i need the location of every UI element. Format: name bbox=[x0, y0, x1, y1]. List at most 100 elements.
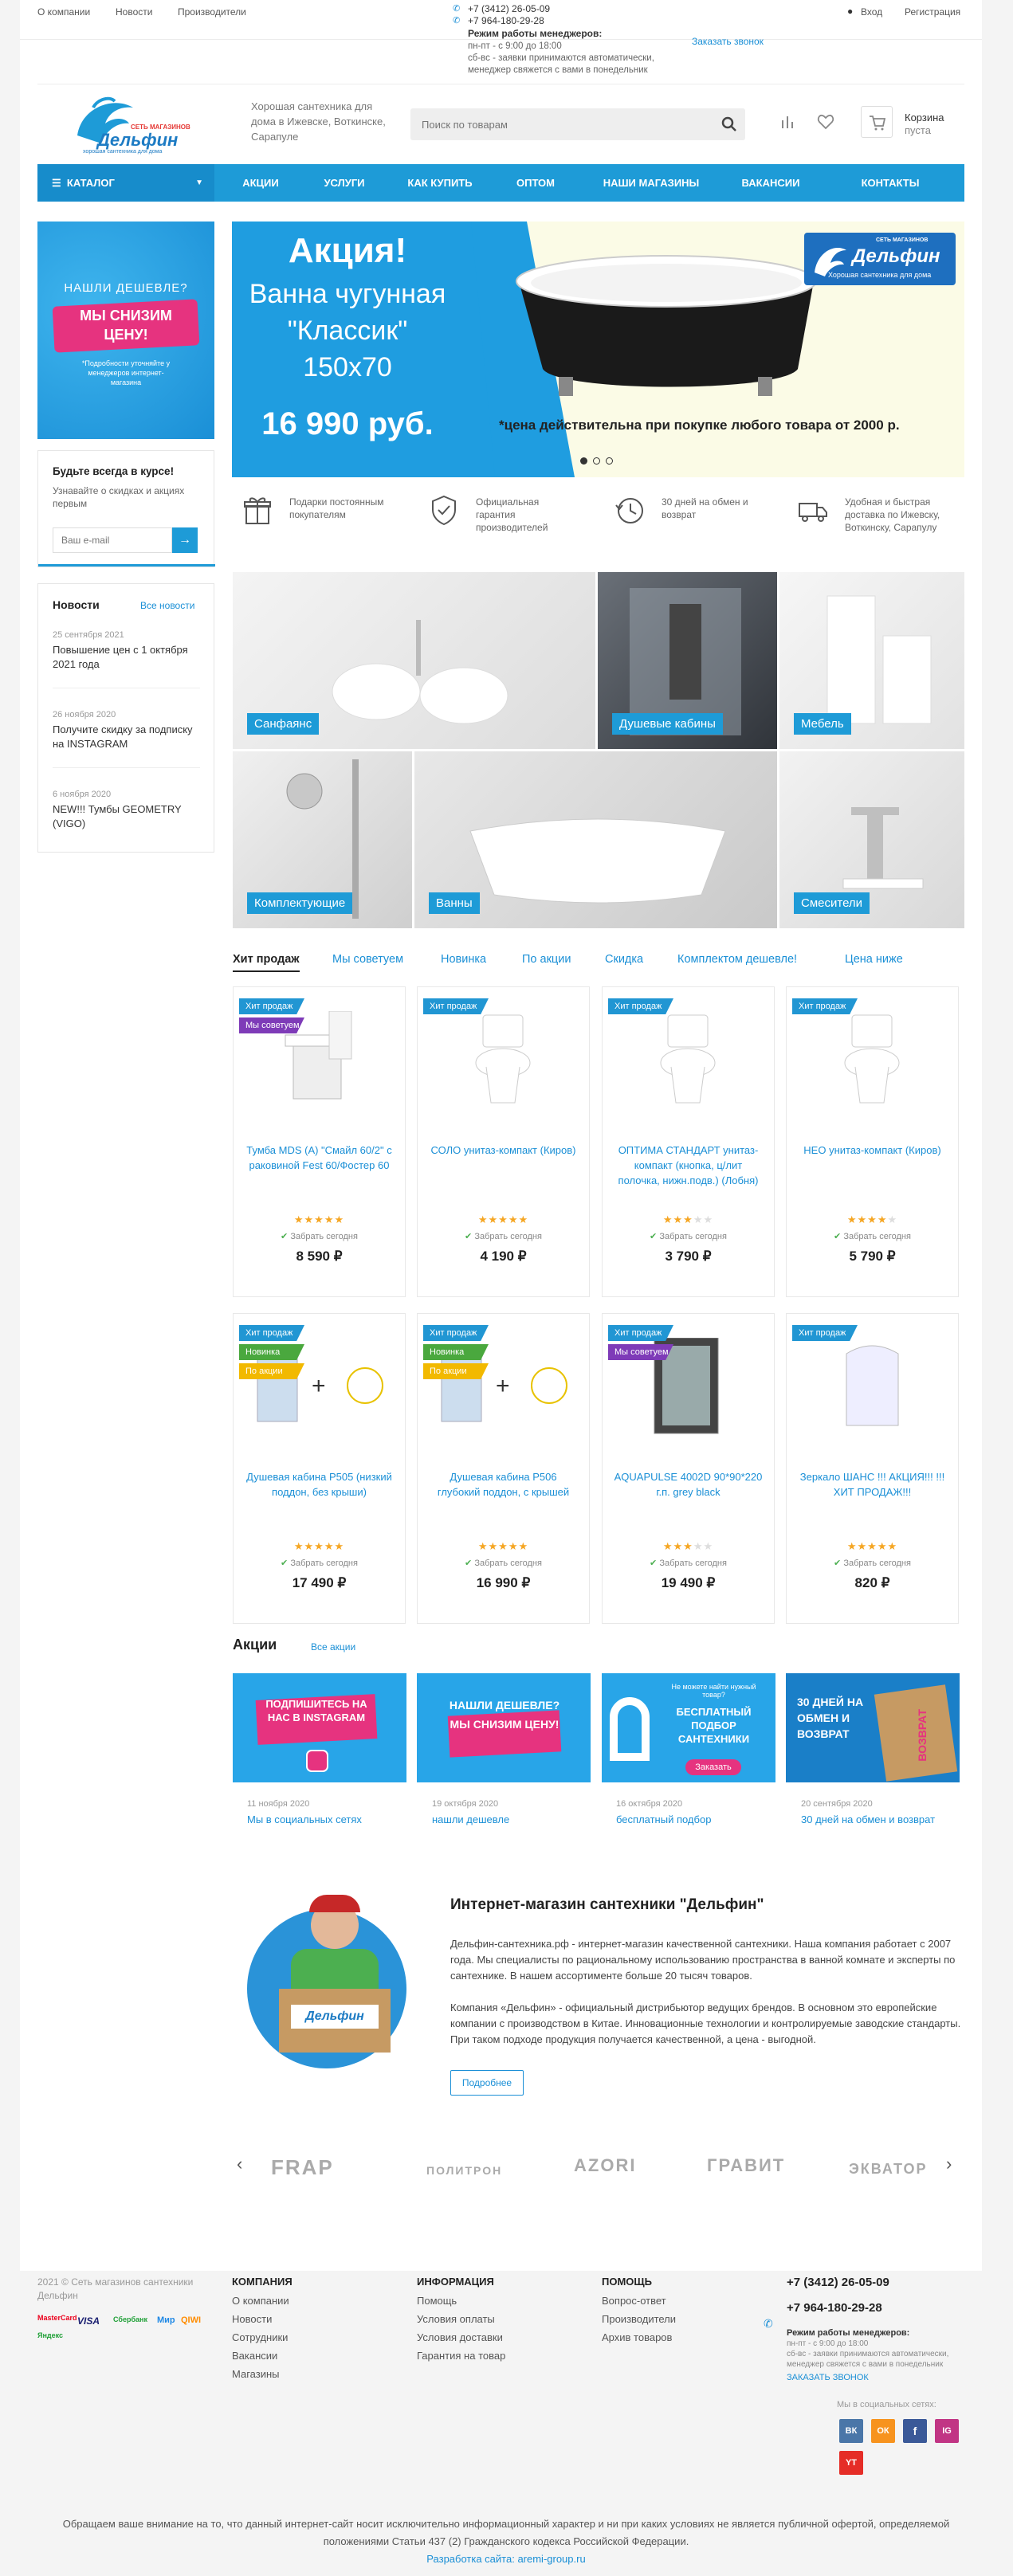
youtube-icon[interactable]: YT bbox=[839, 2451, 863, 2475]
category-tile-furniture[interactable]: Мебель bbox=[779, 572, 964, 749]
search-input[interactable] bbox=[410, 108, 697, 140]
login-link[interactable]: Вход bbox=[861, 6, 882, 18]
menu-item-vakansii[interactable]: ВАКАНСИИ bbox=[723, 164, 819, 202]
cart-summary[interactable]: Корзина пуста bbox=[905, 112, 944, 137]
catalog-button[interactable]: ☰ КАТАЛОГ ▼ bbox=[37, 164, 214, 202]
email-field[interactable] bbox=[53, 527, 172, 553]
top-link-news[interactable]: Новости bbox=[116, 6, 152, 18]
product-card[interactable]: Хит продаж Зеркало ШАНС !!! АКЦИЯ!!! !!!… bbox=[786, 1313, 959, 1624]
news-item[interactable]: 6 ноября 2020 NEW!!! Тумбы GEOMETRY (VIG… bbox=[53, 790, 200, 831]
menu-item-kontakty[interactable]: КОНТАКТЫ bbox=[819, 164, 962, 202]
product-card[interactable]: Хит продаж Мы советуем AQUAPULSE 4002D 90… bbox=[602, 1313, 775, 1624]
compare-icon[interactable] bbox=[779, 114, 795, 132]
product-name[interactable]: Тумба MDS (A) "Смайл 60/2" с раковиной F… bbox=[243, 1143, 395, 1173]
product-card[interactable]: Хит продаж СОЛО унитаз-компакт (Киров) ★… bbox=[417, 986, 590, 1297]
tab-new[interactable]: Новинка bbox=[441, 953, 486, 966]
ok-icon[interactable]: ОК bbox=[871, 2419, 895, 2443]
news-item[interactable]: 25 сентября 2021 Повышение цен с 1 октяб… bbox=[53, 630, 200, 672]
product-name[interactable]: AQUAPULSE 4002D 90*90*220 г.п. grey blac… bbox=[612, 1469, 764, 1500]
tab-bundle[interactable]: Комплектом дешевле! bbox=[677, 953, 797, 966]
chevron-left-icon[interactable]: ‹ bbox=[237, 2154, 242, 2174]
menu-item-magaziny[interactable]: НАШИ МАГАЗИНЫ bbox=[579, 164, 723, 202]
top-phone-1[interactable]: +7 (3412) 26-05-09 bbox=[468, 3, 550, 14]
promo-link[interactable]: 30 дней на обмен и возврат bbox=[801, 1813, 936, 1827]
menu-item-optom[interactable]: ОПТОМ bbox=[492, 164, 579, 202]
product-name[interactable]: Душевая кабина Р506 глубокий поддон, с к… bbox=[427, 1469, 579, 1500]
tab-hit[interactable]: Хит продаж bbox=[233, 953, 300, 972]
facebook-icon[interactable]: f bbox=[903, 2419, 927, 2443]
subscribe-arrow-icon[interactable]: → bbox=[172, 527, 198, 553]
footer-link[interactable]: Условия оплаты bbox=[417, 2313, 495, 2325]
chevron-right-icon[interactable]: › bbox=[946, 2154, 952, 2174]
footer-link[interactable]: О компании bbox=[232, 2295, 289, 2307]
promo-link[interactable]: Мы в социальных сетях bbox=[247, 1813, 414, 1827]
developer-link[interactable]: Разработка сайта: aremi-group.ru bbox=[426, 2553, 585, 2565]
product-name[interactable]: СОЛО унитаз-компакт (Киров) bbox=[427, 1143, 579, 1158]
category-tile-bathtubs[interactable]: Ванны bbox=[414, 751, 777, 928]
category-tile-shower[interactable]: Душевые кабины bbox=[598, 572, 777, 749]
product-name[interactable]: Зеркало ШАНС !!! АКЦИЯ!!! !!!ХИТ ПРОДАЖ!… bbox=[796, 1469, 948, 1500]
product-card[interactable]: Хит продаж ОПТИМА СТАНДАРТ унитаз-компак… bbox=[602, 986, 775, 1297]
all-promos-link[interactable]: Все акции bbox=[311, 1641, 355, 1653]
all-news-link[interactable]: Все новости bbox=[140, 600, 194, 611]
product-card[interactable]: + Хит продаж Новинка По акции Душевая каби… bbox=[417, 1313, 590, 1624]
brand-logo[interactable]: AZORI bbox=[574, 2155, 636, 2176]
footer-phone-1[interactable]: +7 (3412) 26-05-09 bbox=[787, 2276, 889, 2289]
menu-item-akcii[interactable]: АКЦИИ bbox=[221, 164, 300, 202]
main-banner[interactable]: Акция! Ванна чугунная "Классик" 150х70 1… bbox=[232, 222, 964, 477]
menu-item-uslugi[interactable]: УСЛУГИ bbox=[300, 164, 388, 202]
brand-logo[interactable]: ЭКВАТОР bbox=[849, 2161, 928, 2178]
more-button[interactable]: Подробнее bbox=[450, 2070, 524, 2096]
footer-link[interactable]: Вопрос-ответ bbox=[602, 2295, 666, 2307]
callback-link[interactable]: Заказать звонок bbox=[692, 36, 764, 47]
brand-logo[interactable]: ПОЛИТРОН bbox=[426, 2164, 502, 2177]
product-name[interactable]: ОПТИМА СТАНДАРТ унитаз-компакт (кнопка, … bbox=[612, 1143, 764, 1188]
footer-link[interactable]: Магазины bbox=[232, 2368, 280, 2380]
top-link-about[interactable]: О компании bbox=[37, 6, 90, 18]
footer-link[interactable]: Помощь bbox=[417, 2295, 457, 2307]
footer-link[interactable]: Условия доставки bbox=[417, 2331, 503, 2343]
footer-phone-2[interactable]: +7 964-180-29-28 bbox=[787, 2301, 882, 2315]
brand-logo[interactable]: FRAP bbox=[271, 2155, 334, 2180]
slider-dot-active[interactable] bbox=[580, 457, 587, 465]
promo-link[interactable]: бесплатный подбор bbox=[616, 1813, 783, 1827]
category-tile-faucets[interactable]: Смесители bbox=[779, 751, 964, 928]
footer-link[interactable]: Сотрудники bbox=[232, 2331, 288, 2343]
cart-button[interactable] bbox=[861, 106, 893, 138]
category-tile-components[interactable]: Комплектующие bbox=[233, 751, 412, 928]
tab-recommend[interactable]: Мы советуем bbox=[332, 953, 403, 966]
product-name[interactable]: НЕО унитаз-компакт (Киров) bbox=[796, 1143, 948, 1158]
brand-logo[interactable]: ГРАВИТ bbox=[707, 2155, 785, 2176]
vk-icon[interactable]: ВК bbox=[839, 2419, 863, 2443]
register-link[interactable]: Регистрация bbox=[905, 6, 960, 18]
tab-sale[interactable]: По акции bbox=[522, 953, 571, 966]
promo-tile-return[interactable]: 30 ДНЕЙ НА ОБМЕН И ВОЗВРАТ ВОЗВРАТ bbox=[786, 1673, 960, 1782]
top-phone-2[interactable]: +7 964-180-29-28 bbox=[468, 15, 544, 26]
footer-link[interactable]: Гарантия на товар bbox=[417, 2350, 505, 2362]
slider-dot[interactable] bbox=[593, 457, 600, 465]
tab-price-lower[interactable]: Цена ниже bbox=[845, 953, 903, 966]
site-logo[interactable]: СЕТЬ МАГАЗИНОВ Дельфин хорошая сантехник… bbox=[65, 92, 193, 155]
product-card[interactable]: Хит продаж НЕО унитаз-компакт (Киров) ★★… bbox=[786, 986, 959, 1297]
news-item[interactable]: 26 ноября 2020 Получите скидку за подпис… bbox=[53, 710, 200, 751]
top-link-manufacturers[interactable]: Производители bbox=[178, 6, 246, 18]
sidebar-promo-banner[interactable]: НАШЛИ ДЕШЕВЛЕ? МЫ СНИЗИМ ЦЕНУ! *Подробно… bbox=[37, 222, 214, 439]
tab-discount[interactable]: Скидка bbox=[605, 953, 643, 966]
footer-link[interactable]: Производители bbox=[602, 2313, 676, 2325]
promo-tile-instagram[interactable]: ПОДПИШИТЕСЬ НА НАС В INSTAGRAM bbox=[233, 1673, 406, 1782]
product-card[interactable]: + Хит продаж Новинка По акции Душевая каби… bbox=[233, 1313, 406, 1624]
promo-tile-cheaper[interactable]: НАШЛИ ДЕШЕВЛЕ? МЫ СНИЗИМ ЦЕНУ! bbox=[417, 1673, 591, 1782]
instagram-icon[interactable]: IG bbox=[935, 2419, 959, 2443]
search-icon[interactable] bbox=[721, 116, 739, 134]
product-card[interactable]: Хит продаж Мы советуем Тумба MDS (A) "Сма… bbox=[233, 986, 406, 1297]
promo-link[interactable]: нашли дешевле bbox=[432, 1813, 599, 1827]
menu-item-kak-kupit[interactable]: КАК КУПИТЬ bbox=[388, 164, 492, 202]
product-name[interactable]: Душевая кабина Р505 (низкий поддон, без … bbox=[243, 1469, 395, 1500]
footer-link[interactable]: Вакансии bbox=[232, 2350, 277, 2362]
footer-link[interactable]: Новости bbox=[232, 2313, 272, 2325]
slider-dot[interactable] bbox=[606, 457, 613, 465]
promo-tile-selection[interactable]: Не можете найти нужный товар? БЕСПЛАТНЫЙ… bbox=[602, 1673, 775, 1782]
wishlist-icon[interactable] bbox=[817, 114, 834, 132]
footer-callback-link[interactable]: ЗАКАЗАТЬ ЗВОНОК bbox=[787, 2373, 869, 2382]
category-tile-sanfayans[interactable]: Санфаянс bbox=[233, 572, 595, 749]
